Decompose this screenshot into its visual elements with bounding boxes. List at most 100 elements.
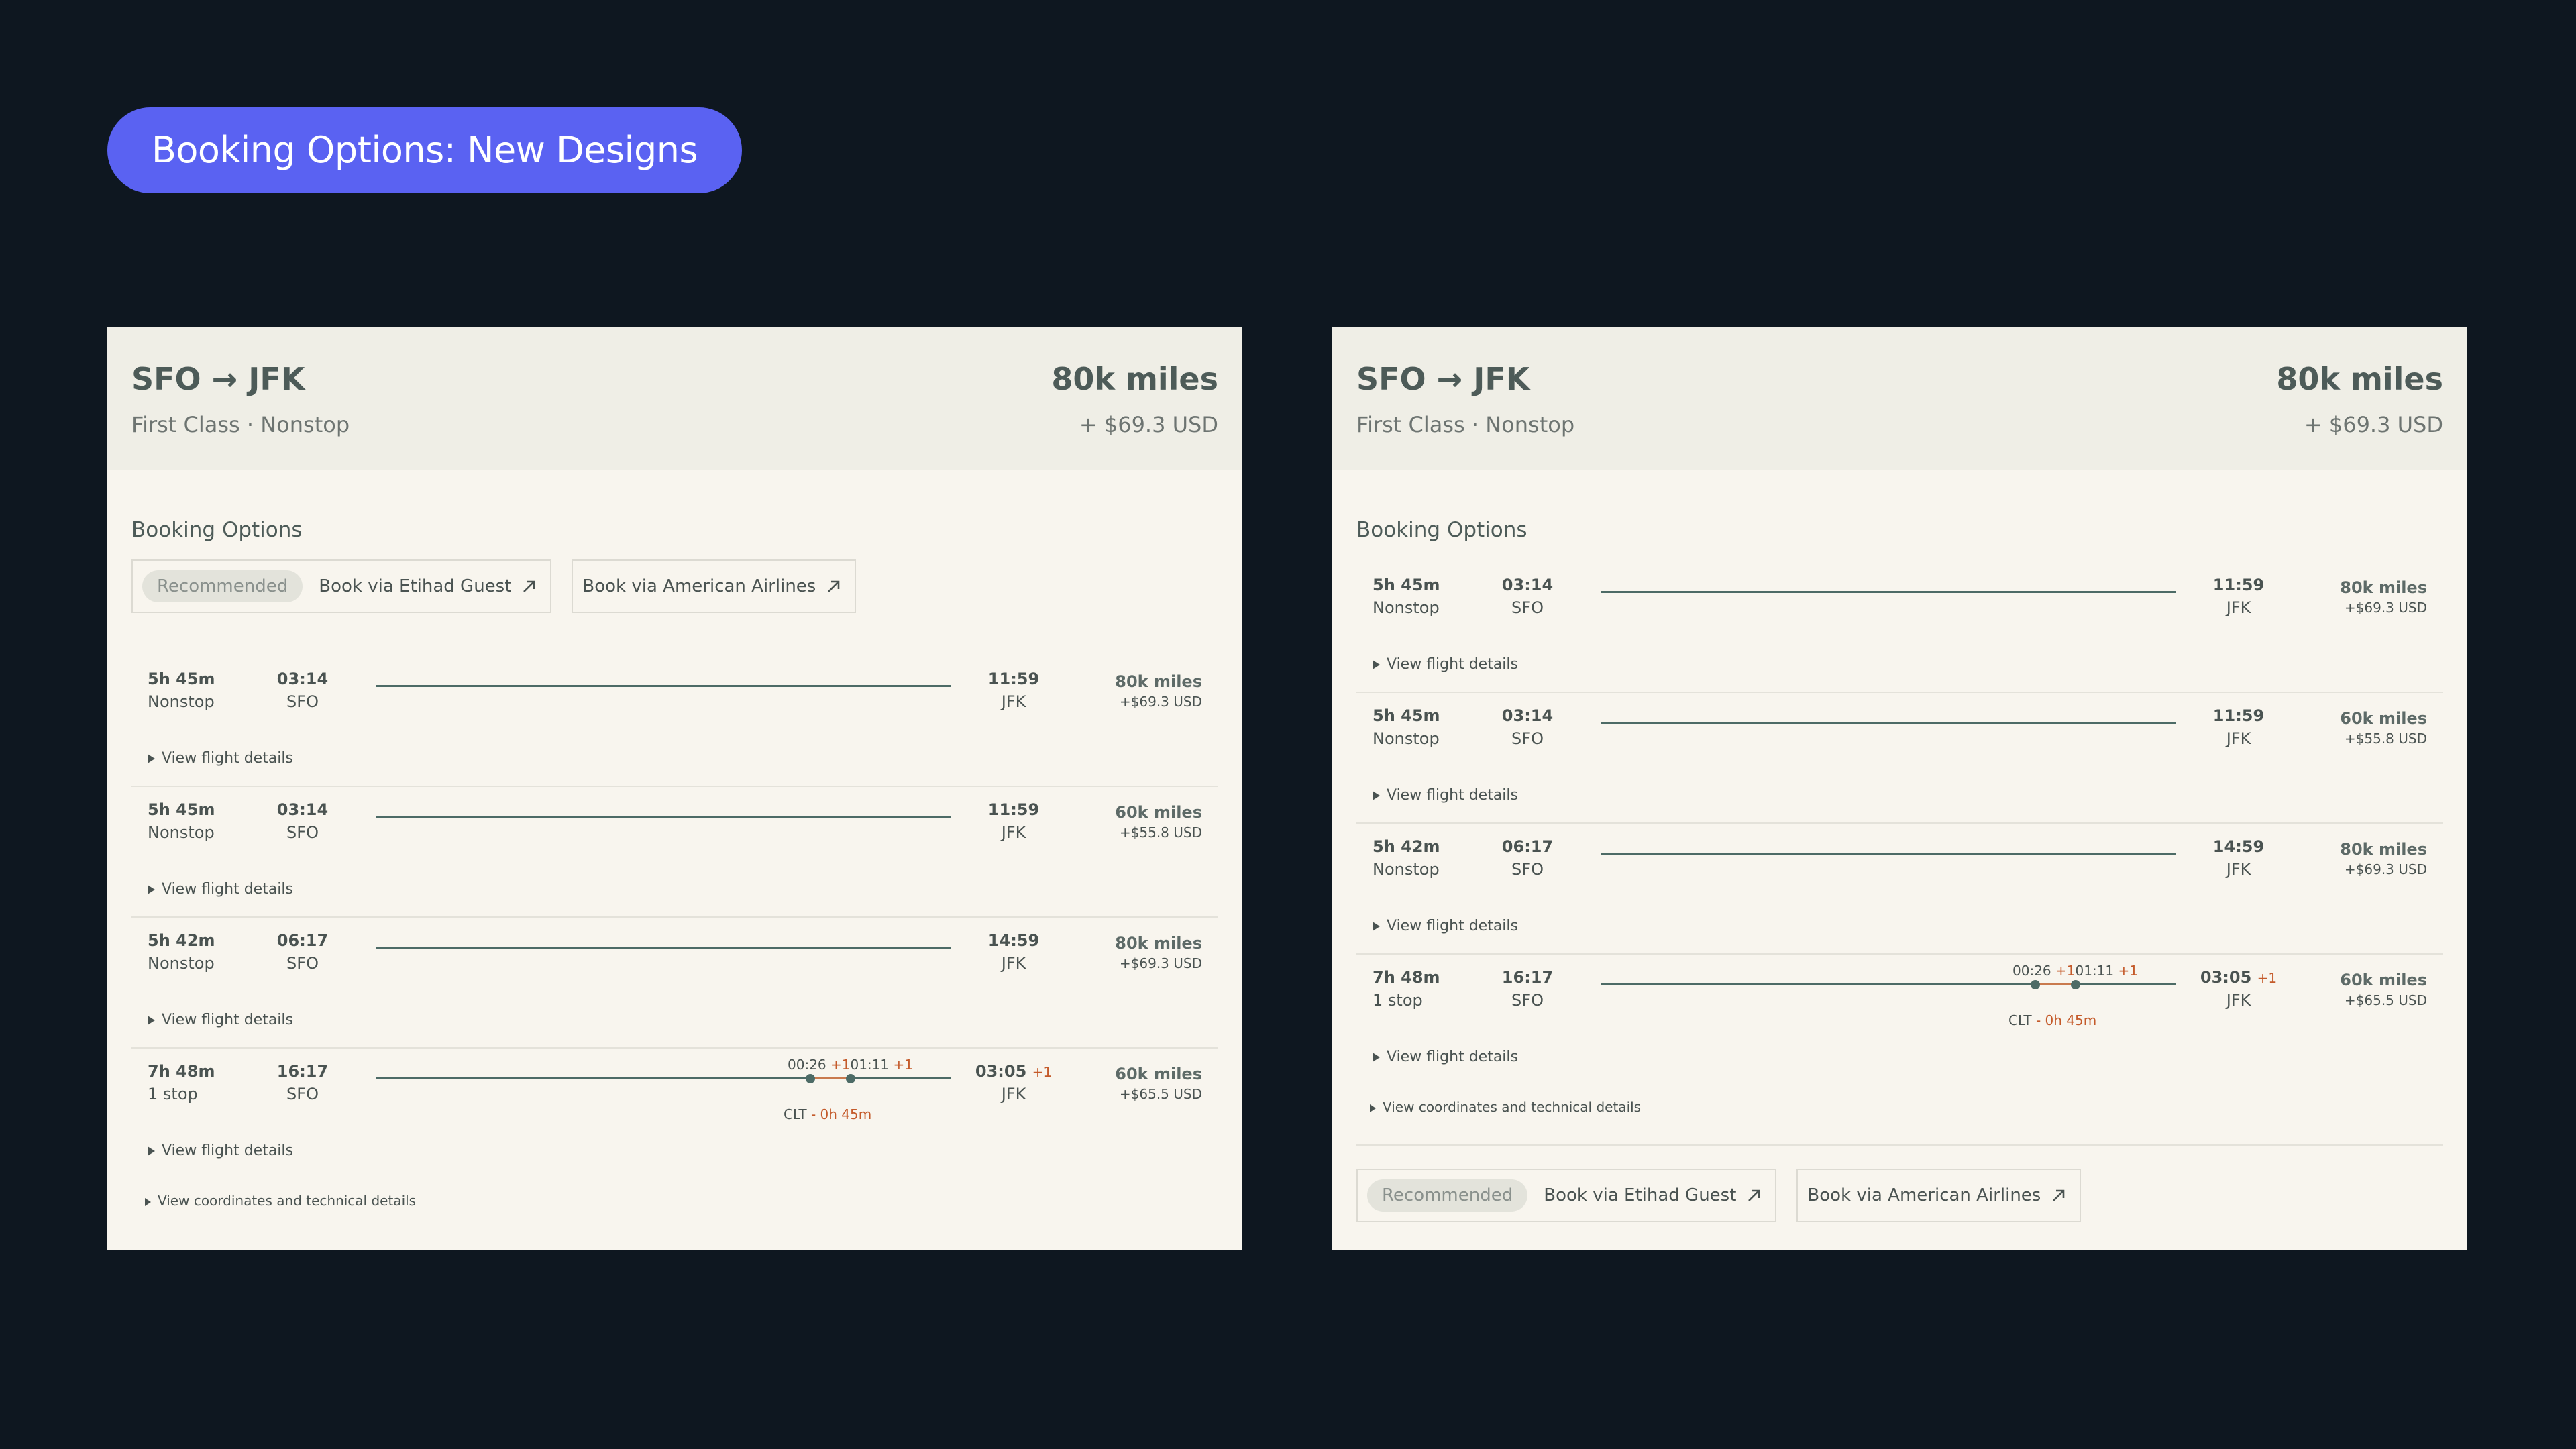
flight-path-line [1601,591,2176,593]
view-flight-details-toggle[interactable]: View flight details [1373,918,1518,934]
flight-stops: 1 stop [1373,991,1423,1010]
flight-stops: Nonstop [148,954,215,973]
flight-miles: 60k miles [2340,709,2427,728]
flight-usd: +$55.8 USD [2344,731,2427,747]
layover-arrival-dot [2031,980,2040,989]
flight-row: 5h 45m Nonstop 03:14 SFO 11:59 JFK 80k miles +$… [1356,562,2443,693]
view-coordinates-toggle[interactable]: View coordinates and technical details [1370,1099,1641,1115]
book-etihad-button[interactable]: Recommended Book via Etihad Guest [1356,1169,1777,1222]
route-subtitle: First Class · Nonstop [131,412,350,437]
arrival-airport: JFK [2226,860,2251,879]
flight-duration: 7h 48m [1373,968,1440,987]
disclosure-triangle-icon [148,1016,155,1025]
view-flight-details-toggle[interactable]: View flight details [1373,787,1518,804]
view-flight-details-toggle[interactable]: View flight details [1373,1049,1518,1065]
view-flight-details-toggle[interactable]: View flight details [148,750,293,767]
view-coordinates-toggle[interactable]: View coordinates and technical details [145,1193,416,1209]
external-link-icon [523,580,535,592]
flight-usd: +$65.5 USD [2344,992,2427,1008]
arrival-airport: JFK [1001,1085,1026,1104]
flight-row: 5h 45m Nonstop 03:14 SFO 11:59 JFK 60k miles +$… [1356,693,2443,824]
book-american-label: Book via American Airlines [1807,1185,2041,1205]
view-flight-details-toggle[interactable]: View flight details [1373,656,1518,673]
flight-row: 5h 42m Nonstop 06:17 SFO 14:59 JFK 80k miles +$… [131,918,1218,1049]
flight-usd: +$69.3 USD [2344,600,2427,616]
flight-path-line [2076,983,2176,985]
booking-card-right: SFO → JFK First Class · Nonstop 80k mile… [1332,327,2467,1250]
book-etihad-label: Book via Etihad Guest [1544,1185,1737,1205]
flight-miles: 60k miles [1115,803,1202,822]
disclosure-triangle-icon [1373,1053,1380,1062]
recommended-badge: Recommended [1367,1179,1528,1212]
flight-path-line [1601,722,2176,724]
price-miles: 80k miles [1051,361,1218,397]
price-usd: + $69.3 USD [2304,412,2443,437]
flight-duration: 5h 45m [148,800,215,819]
departure-airport: SFO [286,823,319,842]
flight-stops: Nonstop [1373,729,1440,748]
flight-stops: 1 stop [148,1085,198,1104]
flight-duration: 5h 45m [148,669,215,688]
flight-path-line [1601,983,2035,985]
flight-miles: 80k miles [2340,578,2427,597]
flight-miles: 60k miles [1115,1065,1202,1083]
arrival-airport: JFK [1001,692,1026,711]
flight-duration: 5h 42m [148,931,215,950]
view-flight-details-toggle[interactable]: View flight details [148,1012,293,1028]
arrival-airport: JFK [1001,823,1026,842]
booking-card-left: SFO → JFK First Class · Nonstop 80k mile… [107,327,1242,1250]
arrival-time: 11:59 [2212,576,2265,594]
view-flight-details-toggle[interactable]: View flight details [148,1142,293,1159]
disclosure-triangle-icon [1373,791,1380,800]
arrival-airport: JFK [2226,991,2251,1010]
flight-row: 5h 45m Nonstop 03:14 SFO 11:59 JFK 80k miles +$… [131,656,1218,787]
arrival-time: 14:59 [987,931,1040,950]
layover-info: CLT - 0h 45m [2008,1012,2097,1028]
book-etihad-button[interactable]: Recommended Book via Etihad Guest [131,559,552,613]
price-miles: 80k miles [2276,361,2443,397]
arrival-time: 11:59 [987,669,1040,688]
flight-usd: +$69.3 USD [1119,955,1202,971]
departure-airport: SFO [1511,860,1544,879]
departure-time: 03:14 [1501,706,1554,725]
flight-duration: 7h 48m [148,1062,215,1081]
departure-airport: SFO [286,1085,319,1104]
flight-miles: 80k miles [1115,934,1202,953]
flight-usd: +$65.5 USD [1119,1086,1202,1102]
book-american-button[interactable]: Book via American Airlines [1796,1169,2082,1222]
view-flight-details-toggle[interactable]: View flight details [148,881,293,898]
flight-path-line [376,685,951,687]
route-subtitle: First Class · Nonstop [1356,412,1575,437]
book-american-button[interactable]: Book via American Airlines [572,559,857,613]
layover-departure-dot [846,1074,855,1083]
layover-times: 00:26 +101:11 +1 [2012,963,2138,979]
route-title: SFO → JFK [131,361,305,397]
external-link-icon [828,580,840,592]
disclosure-triangle-icon [148,754,155,763]
divider [1356,1144,2443,1146]
departure-time: 06:17 [1501,837,1554,856]
flight-path-line [376,816,951,818]
departure-airport: SFO [286,692,319,711]
departure-time: 03:14 [276,669,329,688]
departure-airport: SFO [1511,598,1544,617]
booking-options-title: Booking Options [131,518,303,542]
disclosure-triangle-icon [1370,1104,1376,1112]
arrival-airport: JFK [2226,598,2251,617]
price-usd: + $69.3 USD [1079,412,1218,437]
flight-usd: +$55.8 USD [1119,824,1202,841]
booking-options-row: Recommended Book via Etihad Guest Book v… [131,559,857,613]
flight-duration: 5h 45m [1373,576,1440,594]
departure-time: 03:14 [1501,576,1554,594]
arrival-time: 11:59 [2212,706,2265,725]
flight-miles: 60k miles [2340,971,2427,989]
layover-segment [2035,983,2076,985]
flight-miles: 80k miles [2340,840,2427,859]
flight-stops: Nonstop [148,823,215,842]
departure-airport: SFO [1511,991,1544,1010]
card-header: SFO → JFK First Class · Nonstop 80k mile… [107,327,1242,470]
layover-segment [810,1077,851,1079]
disclosure-triangle-icon [148,1146,155,1156]
disclosure-triangle-icon [1373,922,1380,931]
flight-path-line [376,947,951,949]
